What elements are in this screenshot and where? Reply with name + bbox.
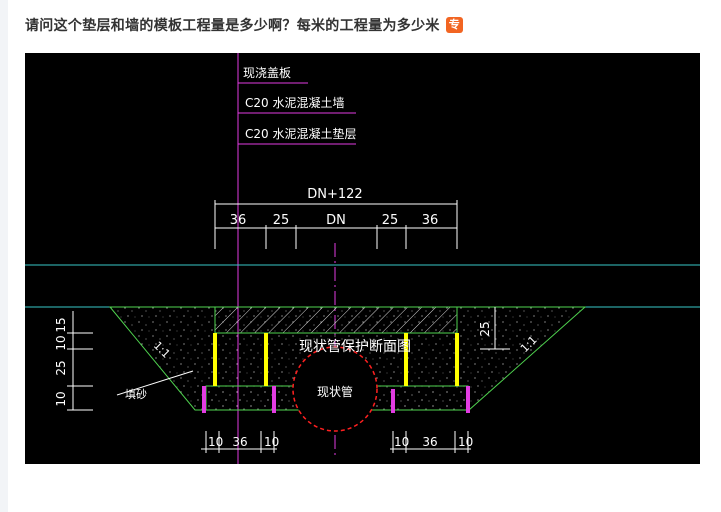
left-dim-3: 25 <box>54 360 68 375</box>
bottom-right-dim-3: 10 <box>458 435 473 449</box>
section-label: 现状管保护断面图 <box>299 339 411 355</box>
pipe-label: 现状管 <box>317 384 353 399</box>
cad-drawing-svg: 现浇盖板 C20 水泥混凝土墙 C20 水泥混凝土垫层 DN+122 36 25… <box>25 53 700 464</box>
top-dim-2: 25 <box>273 213 290 228</box>
expert-badge: 专 <box>445 17 463 33</box>
bottom-left-dim-3: 10 <box>264 435 279 449</box>
top-dim-4: 25 <box>382 213 399 228</box>
top-dim-1: 36 <box>230 213 247 228</box>
left-dim-4: 10 <box>54 391 68 406</box>
bottom-left-dim-1: 10 <box>208 435 223 449</box>
top-dim-5: 36 <box>422 213 439 228</box>
left-gutter <box>0 0 8 512</box>
bottom-right-dim-1: 10 <box>394 435 409 449</box>
question-header: 请问这个垫层和墙的模板工程量是多少啊？每米的工程量为多少米 专 <box>25 13 705 37</box>
top-dim-3: DN <box>326 213 346 228</box>
callout-text-2: C20 水泥混凝土墙 <box>245 95 344 110</box>
total-dimension-text: DN+122 <box>307 187 362 202</box>
bottom-left-dim-2: 36 <box>232 435 247 449</box>
cover-slab <box>214 306 458 334</box>
question-title: 请问这个垫层和墙的模板工程量是多少啊？每米的工程量为多少米 <box>25 18 440 34</box>
sand-label: 填砂 <box>125 387 147 401</box>
cad-drawing-image: 现浇盖板 C20 水泥混凝土墙 C20 水泥混凝土垫层 DN+122 36 25… <box>25 53 700 464</box>
left-dim-2: 10 <box>54 335 68 350</box>
left-dim-1: 15 <box>54 317 68 332</box>
callout-text-1: 现浇盖板 <box>243 66 291 80</box>
callout-text-3: C20 水泥混凝土垫层 <box>245 126 356 141</box>
bottom-right-dim-2: 36 <box>422 435 437 449</box>
right-dim: 25 <box>478 321 492 336</box>
